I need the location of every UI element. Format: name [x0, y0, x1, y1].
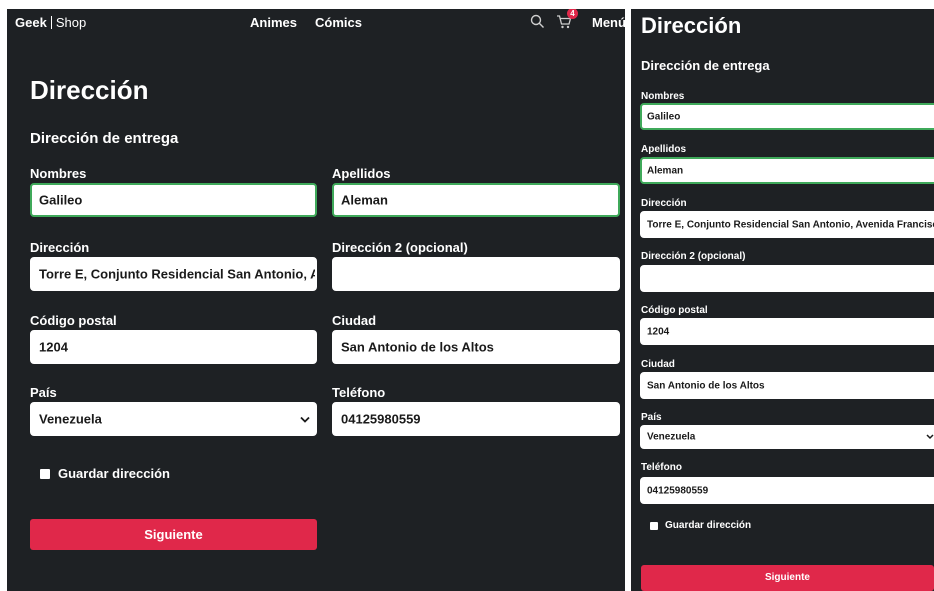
nombres-value-mobile: Galileo — [647, 111, 681, 122]
ciudad-value-mobile: San Antonio de los Altos — [647, 380, 765, 391]
pais-label: País — [30, 385, 57, 400]
chevron-down-icon — [926, 432, 934, 443]
pais-label-mobile: País — [641, 412, 662, 423]
direccion2-label: Dirección 2 (opcional) — [332, 240, 468, 255]
apellidos-input[interactable]: Aleman — [332, 183, 620, 217]
codigo-postal-value: 1204 — [39, 339, 68, 355]
direccion-value-mobile: Torre E, Conjunto Residencial San Antoni… — [647, 219, 934, 230]
section-subtitle-mobile: Dirección de entrega — [641, 58, 770, 73]
guardar-label: Guardar dirección — [58, 466, 170, 481]
apellidos-input-mobile[interactable]: Aleman — [640, 157, 934, 184]
ciudad-label: Ciudad — [332, 313, 377, 328]
apellidos-label: Apellidos — [332, 166, 391, 181]
top-nav: Geek Shop Animes Cómics 4 Menú — [7, 9, 625, 37]
siguiente-button-mobile[interactable]: Siguiente — [641, 565, 934, 591]
chevron-down-icon — [300, 412, 310, 427]
nav-link-comics[interactable]: Cómics — [315, 15, 362, 30]
apellidos-label-mobile: Apellidos — [641, 144, 687, 155]
telefono-value: 04125980559 — [341, 411, 421, 427]
ciudad-input[interactable]: San Antonio de los Altos — [332, 330, 620, 364]
codigo-postal-label: Código postal — [30, 313, 117, 328]
nombres-value: Galileo — [39, 192, 83, 208]
telefono-input[interactable]: 04125980559 — [332, 402, 620, 436]
guardar-checkbox[interactable] — [40, 469, 50, 479]
telefono-value-mobile: 04125980559 — [647, 485, 709, 496]
section-subtitle: Dirección de entrega — [30, 130, 179, 147]
ciudad-value: San Antonio de los Altos — [341, 339, 494, 355]
search-icon[interactable] — [530, 14, 545, 34]
guardar-checkbox-mobile[interactable] — [650, 522, 658, 530]
codigo-postal-input[interactable]: 1204 — [30, 330, 317, 364]
apellidos-value-mobile: Aleman — [647, 165, 684, 176]
nombres-label-mobile: Nombres — [641, 91, 685, 102]
direccion-input[interactable]: Torre E, Conjunto Residencial San Antoni… — [30, 257, 317, 291]
cart-icon[interactable]: 4 — [556, 9, 578, 34]
telefono-label: Teléfono — [332, 385, 386, 400]
page-title-mobile: Dirección — [641, 13, 742, 38]
desktop-view: Geek Shop Animes Cómics 4 Menú Dirección … — [7, 9, 625, 591]
direccion2-input[interactable] — [332, 257, 620, 291]
codigo-postal-value-mobile: 1204 — [647, 326, 670, 337]
direccion-value: Torre E, Conjunto Residencial San Antoni… — [39, 266, 315, 282]
cart-count-badge: 4 — [567, 9, 578, 19]
pais-select[interactable]: Venezuela — [30, 402, 317, 436]
direccion-label: Dirección — [30, 240, 90, 255]
pais-value-mobile: Venezuela — [647, 431, 696, 443]
direccion2-input-mobile[interactable] — [640, 265, 934, 292]
nav-link-animes[interactable]: Animes — [250, 15, 297, 30]
direccion2-label-mobile: Dirección 2 (opcional) — [641, 251, 746, 262]
nombres-label: Nombres — [30, 166, 87, 181]
brand-bold: Geek — [15, 15, 47, 30]
apellidos-value: Aleman — [341, 192, 388, 208]
telefono-input-mobile[interactable]: 04125980559 — [640, 477, 934, 504]
brand-logo[interactable]: Geek Shop — [15, 15, 86, 30]
ciudad-input-mobile[interactable]: San Antonio de los Altos — [640, 372, 934, 399]
nombres-input[interactable]: Galileo — [30, 183, 317, 217]
pais-select-mobile[interactable]: Venezuela — [640, 425, 934, 449]
guardar-label-mobile: Guardar dirección — [665, 520, 752, 531]
telefono-label-mobile: Teléfono — [641, 462, 682, 473]
codigo-postal-label-mobile: Código postal — [641, 305, 708, 316]
nombres-input-mobile[interactable]: Galileo — [640, 103, 934, 130]
mobile-view: Dirección Dirección de entrega Nombres G… — [631, 9, 934, 591]
ciudad-label-mobile: Ciudad — [641, 359, 675, 370]
brand-rest: Shop — [55, 15, 87, 30]
page-title: Dirección — [30, 75, 149, 105]
menu-button[interactable]: Menú — [592, 15, 625, 30]
siguiente-button[interactable]: Siguiente — [30, 519, 317, 550]
direccion-label-mobile: Dirección — [641, 198, 687, 209]
direccion-input-mobile[interactable]: Torre E, Conjunto Residencial San Antoni… — [640, 211, 934, 238]
codigo-postal-input-mobile[interactable]: 1204 — [640, 318, 934, 345]
pais-value: Venezuela — [39, 411, 102, 427]
